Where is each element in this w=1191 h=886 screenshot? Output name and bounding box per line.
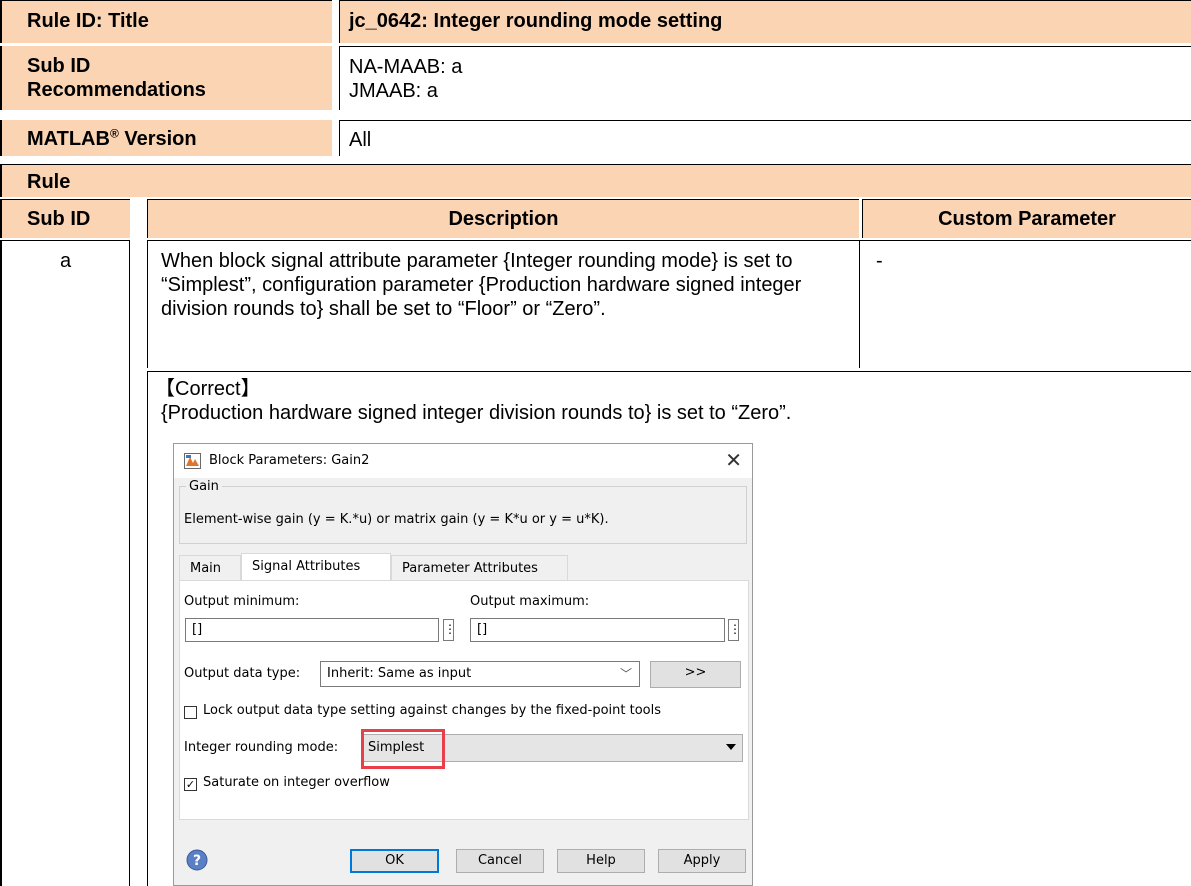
col-sub-id: Sub ID (27, 208, 91, 230)
saturate-checkbox[interactable]: ✓ (184, 778, 197, 791)
col-custom-param-cell: Custom Parameter (862, 199, 1191, 238)
cancel-button[interactable]: Cancel (456, 849, 544, 873)
data-type-value: Inherit: Same as input (327, 666, 472, 681)
row-custom-param: - (876, 250, 883, 272)
correct-text: {Production hardware signed integer divi… (161, 402, 792, 424)
gain-description: Element-wise gain (y = K.*u) or matrix g… (184, 512, 609, 527)
correct-label: 【Correct】 (155, 378, 261, 400)
row-custom-param-cell: - (859, 240, 1191, 368)
rule-id-value-cell: jc_0642: Integer rounding mode setting (339, 0, 1191, 43)
rule-id-label-cell: Rule ID: Title (0, 0, 332, 43)
chevron-down-icon: ﹀ (619, 667, 632, 681)
rule-title: jc_0642: Integer rounding mode setting (349, 10, 723, 32)
output-max-value: [] (477, 622, 488, 637)
dropdown-arrow-icon (726, 744, 736, 750)
data-type-assistant-button[interactable]: >> (650, 661, 741, 688)
col-sub-id-cell: Sub ID (0, 199, 130, 238)
rule-header: Rule (27, 171, 71, 193)
close-icon[interactable]: ✕ (725, 448, 742, 472)
output-max-more-icon[interactable]: ⋮ (728, 619, 741, 641)
data-type-label: Output data type: (184, 666, 301, 681)
checkmark-icon: ✓ (185, 778, 196, 791)
row-sub-id-cell: a (0, 240, 130, 886)
gain-section-label: Gain (186, 479, 222, 494)
sub-id-value-na: NA-MAAB: a (349, 56, 463, 78)
output-max-label: Output maximum: (470, 594, 590, 609)
sub-id-label: Sub ID Recommendations (27, 55, 206, 101)
output-min-label: Output minimum: (184, 594, 300, 609)
lock-checkbox-label: Lock output data type setting against ch… (203, 703, 662, 718)
apply-button[interactable]: Apply (658, 849, 746, 873)
matlab-version: All (349, 129, 372, 151)
col-description-cell: Description (147, 199, 859, 238)
matlab-label-suffix: Version (118, 128, 197, 150)
rounding-mode-label: Integer rounding mode: (184, 740, 339, 755)
ok-button-label: OK (385, 853, 404, 868)
matlab-label: MATLAB (27, 128, 110, 150)
row-description: When block signal attribute parameter {I… (161, 250, 802, 320)
sub-id-value-cell: NA-MAAB: a JMAAB: a (339, 46, 1191, 110)
matlab-label-cell: MATLAB® Version (0, 120, 332, 156)
output-min-value: [] (192, 622, 203, 637)
help-button-label: Help (586, 853, 616, 868)
tab-parameter-attributes-label: Parameter Attributes (402, 561, 538, 576)
tab-main-label: Main (190, 561, 222, 576)
col-custom-param: Custom Parameter (938, 208, 1116, 230)
rule-document: Rule ID: Title jc_0642: Integer rounding… (0, 0, 1191, 886)
block-parameters-dialog: Block Parameters: Gain2 ✕ Gain Element-w… (173, 443, 753, 886)
output-min-more-icon[interactable]: ⋮ (443, 619, 456, 641)
output-min-input[interactable]: [] (185, 618, 439, 642)
apply-button-label: Apply (683, 853, 721, 868)
data-type-assistant-label: >> (684, 665, 707, 680)
sub-id-label-cell: Sub ID Recommendations (0, 46, 332, 110)
ok-button[interactable]: OK (350, 849, 439, 873)
rounding-mode-value: Simplest (368, 740, 425, 755)
dialog-title: Block Parameters: Gain2 (209, 453, 370, 468)
dialog-titlebar: Block Parameters: Gain2 ✕ (174, 444, 752, 478)
svg-text:?: ? (193, 853, 201, 869)
sub-id-value-j: JMAAB: a (349, 80, 438, 102)
matlab-value-cell: All (339, 120, 1191, 156)
output-max-input[interactable]: [] (470, 618, 725, 642)
rule-id-label: Rule ID: Title (27, 10, 149, 32)
simulink-block-icon (184, 453, 201, 469)
help-question-icon[interactable]: ? (186, 849, 208, 871)
lock-checkbox[interactable] (184, 706, 197, 719)
tab-main[interactable]: Main (179, 555, 241, 581)
row-sub-id: a (59, 250, 72, 272)
cancel-button-label: Cancel (477, 853, 523, 868)
data-type-select[interactable]: Inherit: Same as input ﹀ (320, 661, 640, 687)
tab-signal-attributes-label: Signal Attributes (252, 559, 361, 574)
rule-header-cell: Rule (0, 164, 1191, 197)
tab-parameter-attributes[interactable]: Parameter Attributes (391, 555, 568, 581)
row-description-cell: When block signal attribute parameter {I… (147, 240, 859, 368)
col-description: Description (448, 208, 559, 230)
saturate-checkbox-label: Saturate on integer overflow (203, 775, 390, 790)
registered-mark: ® (109, 126, 119, 141)
help-button[interactable]: Help (557, 849, 645, 873)
tab-signal-attributes[interactable]: Signal Attributes (241, 553, 391, 581)
